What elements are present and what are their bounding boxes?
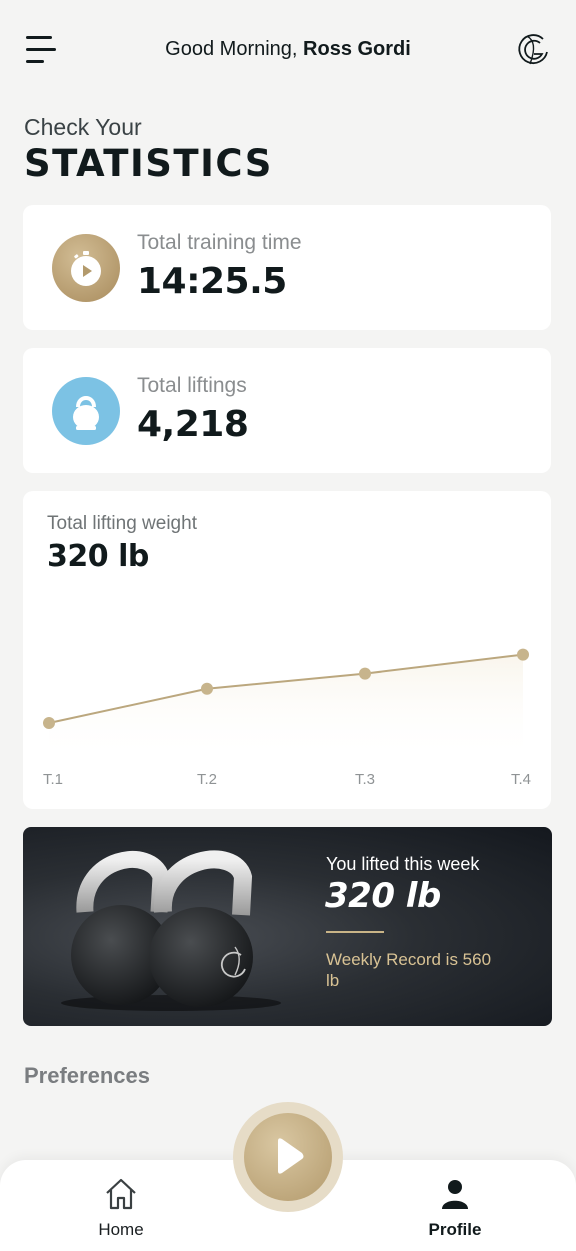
nav-home-label: Home bbox=[98, 1220, 144, 1239]
play-icon bbox=[278, 1138, 304, 1174]
kettlebell-icon bbox=[52, 377, 120, 445]
training-time-value: 14:25.5 bbox=[137, 261, 287, 302]
liftings-card[interactable]: Total liftings 4,218 bbox=[23, 348, 551, 473]
lifting-weight-chart: T.1 T.2 T.3 T.4 bbox=[43, 648, 531, 788]
page-title: STATISTICS bbox=[24, 142, 273, 185]
weekly-record-text: Weekly Record is 560 lb bbox=[326, 950, 492, 990]
nav-home[interactable]: Home bbox=[61, 1160, 181, 1251]
chart-point[interactable] bbox=[359, 667, 371, 680]
greeting: Good Morning, Ross Gordi bbox=[0, 38, 576, 61]
training-time-label: Total training time bbox=[137, 231, 302, 254]
lifting-weight-chart-card: Total lifting weight 320 lb T.1 T.2 T.3 T.4 bbox=[23, 491, 551, 809]
chart-x-tick-label: T.1 bbox=[43, 771, 63, 788]
weekly-summary-banner[interactable]: You lifted this week 320 lb Weekly Recor… bbox=[23, 827, 552, 1026]
home-icon bbox=[106, 1178, 136, 1210]
stopwatch-icon bbox=[52, 234, 120, 302]
greeting-prefix: Good Morning, bbox=[165, 38, 298, 60]
preferences-heading: Preferences bbox=[24, 1063, 150, 1088]
training-time-card[interactable]: Total training time 14:25.5 bbox=[23, 205, 551, 330]
liftings-value: 4,218 bbox=[137, 404, 249, 445]
chart-point[interactable] bbox=[201, 682, 213, 695]
kettlebells-image bbox=[61, 850, 281, 1011]
liftings-label: Total liftings bbox=[137, 374, 247, 397]
page-subtitle: Check Your bbox=[24, 114, 142, 140]
chart-x-tick-label: T.4 bbox=[511, 771, 531, 788]
user-name: Ross Gordi bbox=[303, 38, 411, 60]
brand-logo-icon[interactable] bbox=[516, 30, 552, 70]
divider bbox=[326, 931, 384, 933]
profile-icon bbox=[442, 1180, 468, 1209]
start-workout-button[interactable] bbox=[233, 1102, 343, 1212]
top-bar: Good Morning, Ross Gordi bbox=[0, 0, 576, 100]
weekly-lift-value: 320 lb bbox=[325, 876, 441, 916]
chart-x-tick-label: T.2 bbox=[197, 771, 217, 788]
nav-profile[interactable]: Profile bbox=[395, 1160, 515, 1251]
chart-point[interactable] bbox=[517, 648, 529, 661]
chart-point[interactable] bbox=[43, 717, 55, 729]
nav-profile-label: Profile bbox=[428, 1220, 482, 1239]
play-button-core bbox=[244, 1113, 332, 1201]
chart-x-tick-label: T.3 bbox=[355, 771, 375, 788]
weekly-lift-title: You lifted this week bbox=[326, 854, 480, 874]
